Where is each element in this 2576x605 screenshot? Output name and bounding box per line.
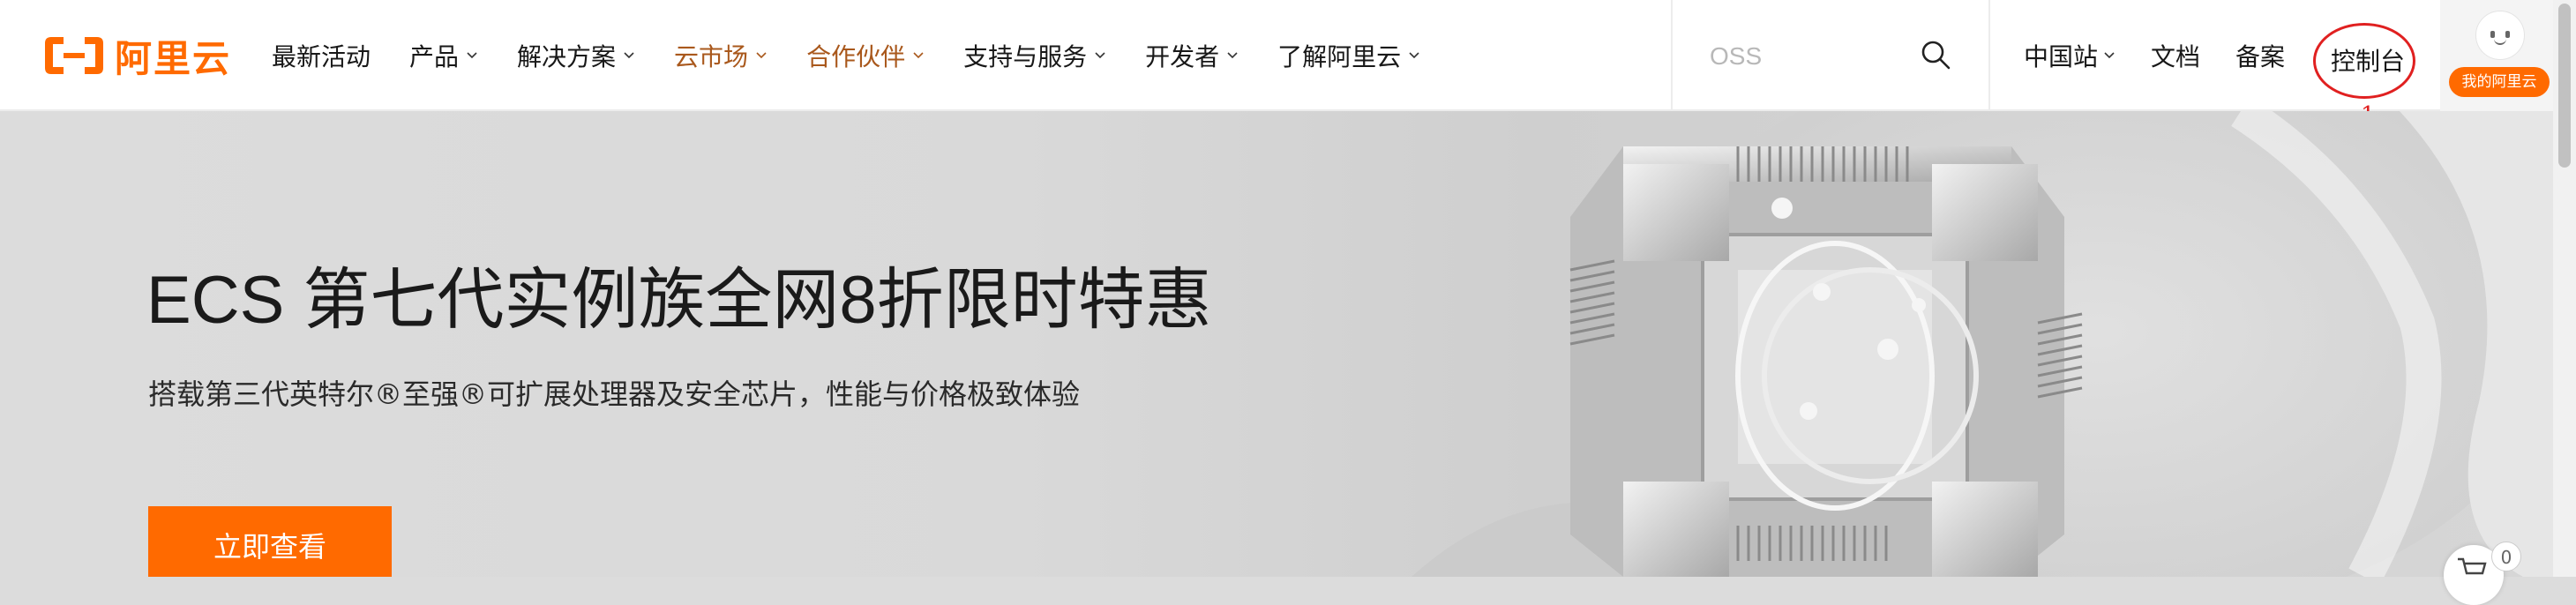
- utility-nav: 中国站 文档 备案: [2024, 0, 2320, 111]
- region-label: 中国站: [2024, 42, 2099, 71]
- nav-label: 支持与服务: [963, 42, 1088, 71]
- console-area: 控制台: [2313, 23, 2419, 102]
- user-area: 我的阿里云: [2440, 0, 2553, 111]
- nav-item-marketplace[interactable]: 云市场: [674, 38, 768, 73]
- hero-banner: ECS 第七代实例族全网8折限时特惠 搭载第三代英特尔®至强®可扩展处理器及安全…: [0, 111, 2553, 577]
- nav-item-solutions[interactable]: 解决方案: [517, 38, 635, 73]
- chevron-down-icon: [1227, 52, 1238, 59]
- chevron-down-icon: [1095, 52, 1105, 59]
- main-nav: 最新活动 产品 解决方案 云市场 合作伙伴 支持与服务 开发者 了解阿里云: [272, 0, 1459, 111]
- logo-text: 阿里云: [115, 36, 232, 80]
- console-link[interactable]: 控制台: [2331, 42, 2405, 78]
- scrollbar-thumb[interactable]: [2558, 4, 2571, 168]
- avatar-eye: [2490, 31, 2495, 38]
- nav-item-products[interactable]: 产品: [409, 38, 478, 73]
- chevron-down-icon: [913, 52, 924, 59]
- filing-label: 备案: [2235, 42, 2286, 71]
- aliyun-logo[interactable]: 阿里云: [42, 34, 231, 80]
- top-nav: 阿里云 最新活动 产品 解决方案 云市场 合作伙伴 支持与服务 开发者 了解阿里…: [0, 0, 2553, 111]
- docs-label: 文档: [2151, 42, 2201, 71]
- filing-link[interactable]: 备案: [2235, 38, 2285, 73]
- nav-item-latest[interactable]: 最新活动: [272, 38, 371, 73]
- nav-item-partners[interactable]: 合作伙伴: [806, 38, 925, 73]
- nav-item-support[interactable]: 支持与服务: [963, 38, 1106, 73]
- hero-subtitle: 搭载第三代英特尔®至强®可扩展处理器及安全芯片，性能与价格极致体验: [148, 377, 1081, 411]
- chevron-down-icon: [624, 52, 634, 59]
- avatar-eye: [2505, 31, 2510, 38]
- nav-item-about[interactable]: 了解阿里云: [1277, 38, 1420, 73]
- search-input[interactable]: [1708, 35, 1923, 78]
- avatar[interactable]: [2475, 11, 2525, 60]
- nav-label: 开发者: [1145, 42, 1220, 71]
- docs-link[interactable]: 文档: [2151, 38, 2200, 73]
- nav-label: 解决方案: [517, 42, 617, 71]
- search-icon[interactable]: [1920, 39, 1951, 71]
- chevron-down-icon: [1409, 52, 1419, 59]
- nav-item-developers[interactable]: 开发者: [1145, 38, 1239, 73]
- nav-label: 了解阿里云: [1277, 42, 1402, 71]
- avatar-mouth: [2494, 38, 2506, 45]
- region-selector[interactable]: 中国站: [2024, 38, 2115, 73]
- my-aliyun-button[interactable]: 我的阿里云: [2449, 67, 2550, 97]
- nav-label: 云市场: [674, 42, 749, 71]
- nav-label: 合作伙伴: [806, 42, 906, 71]
- hero-title: ECS 第七代实例族全网8折限时特惠: [146, 263, 1212, 338]
- page-scrollbar[interactable]: [2553, 0, 2576, 577]
- chevron-down-icon: [756, 52, 767, 59]
- nav-label: 产品: [409, 42, 460, 71]
- cart-icon: [2458, 557, 2487, 575]
- view-now-button[interactable]: 立即查看: [148, 506, 392, 577]
- logo-mark-icon: [45, 37, 103, 74]
- chevron-down-icon: [467, 52, 477, 59]
- hero-illustration: [1412, 111, 2553, 577]
- chevron-down-icon: [2104, 52, 2115, 59]
- nav-label: 最新活动: [272, 42, 371, 71]
- cart-count-badge: 0: [2491, 542, 2521, 571]
